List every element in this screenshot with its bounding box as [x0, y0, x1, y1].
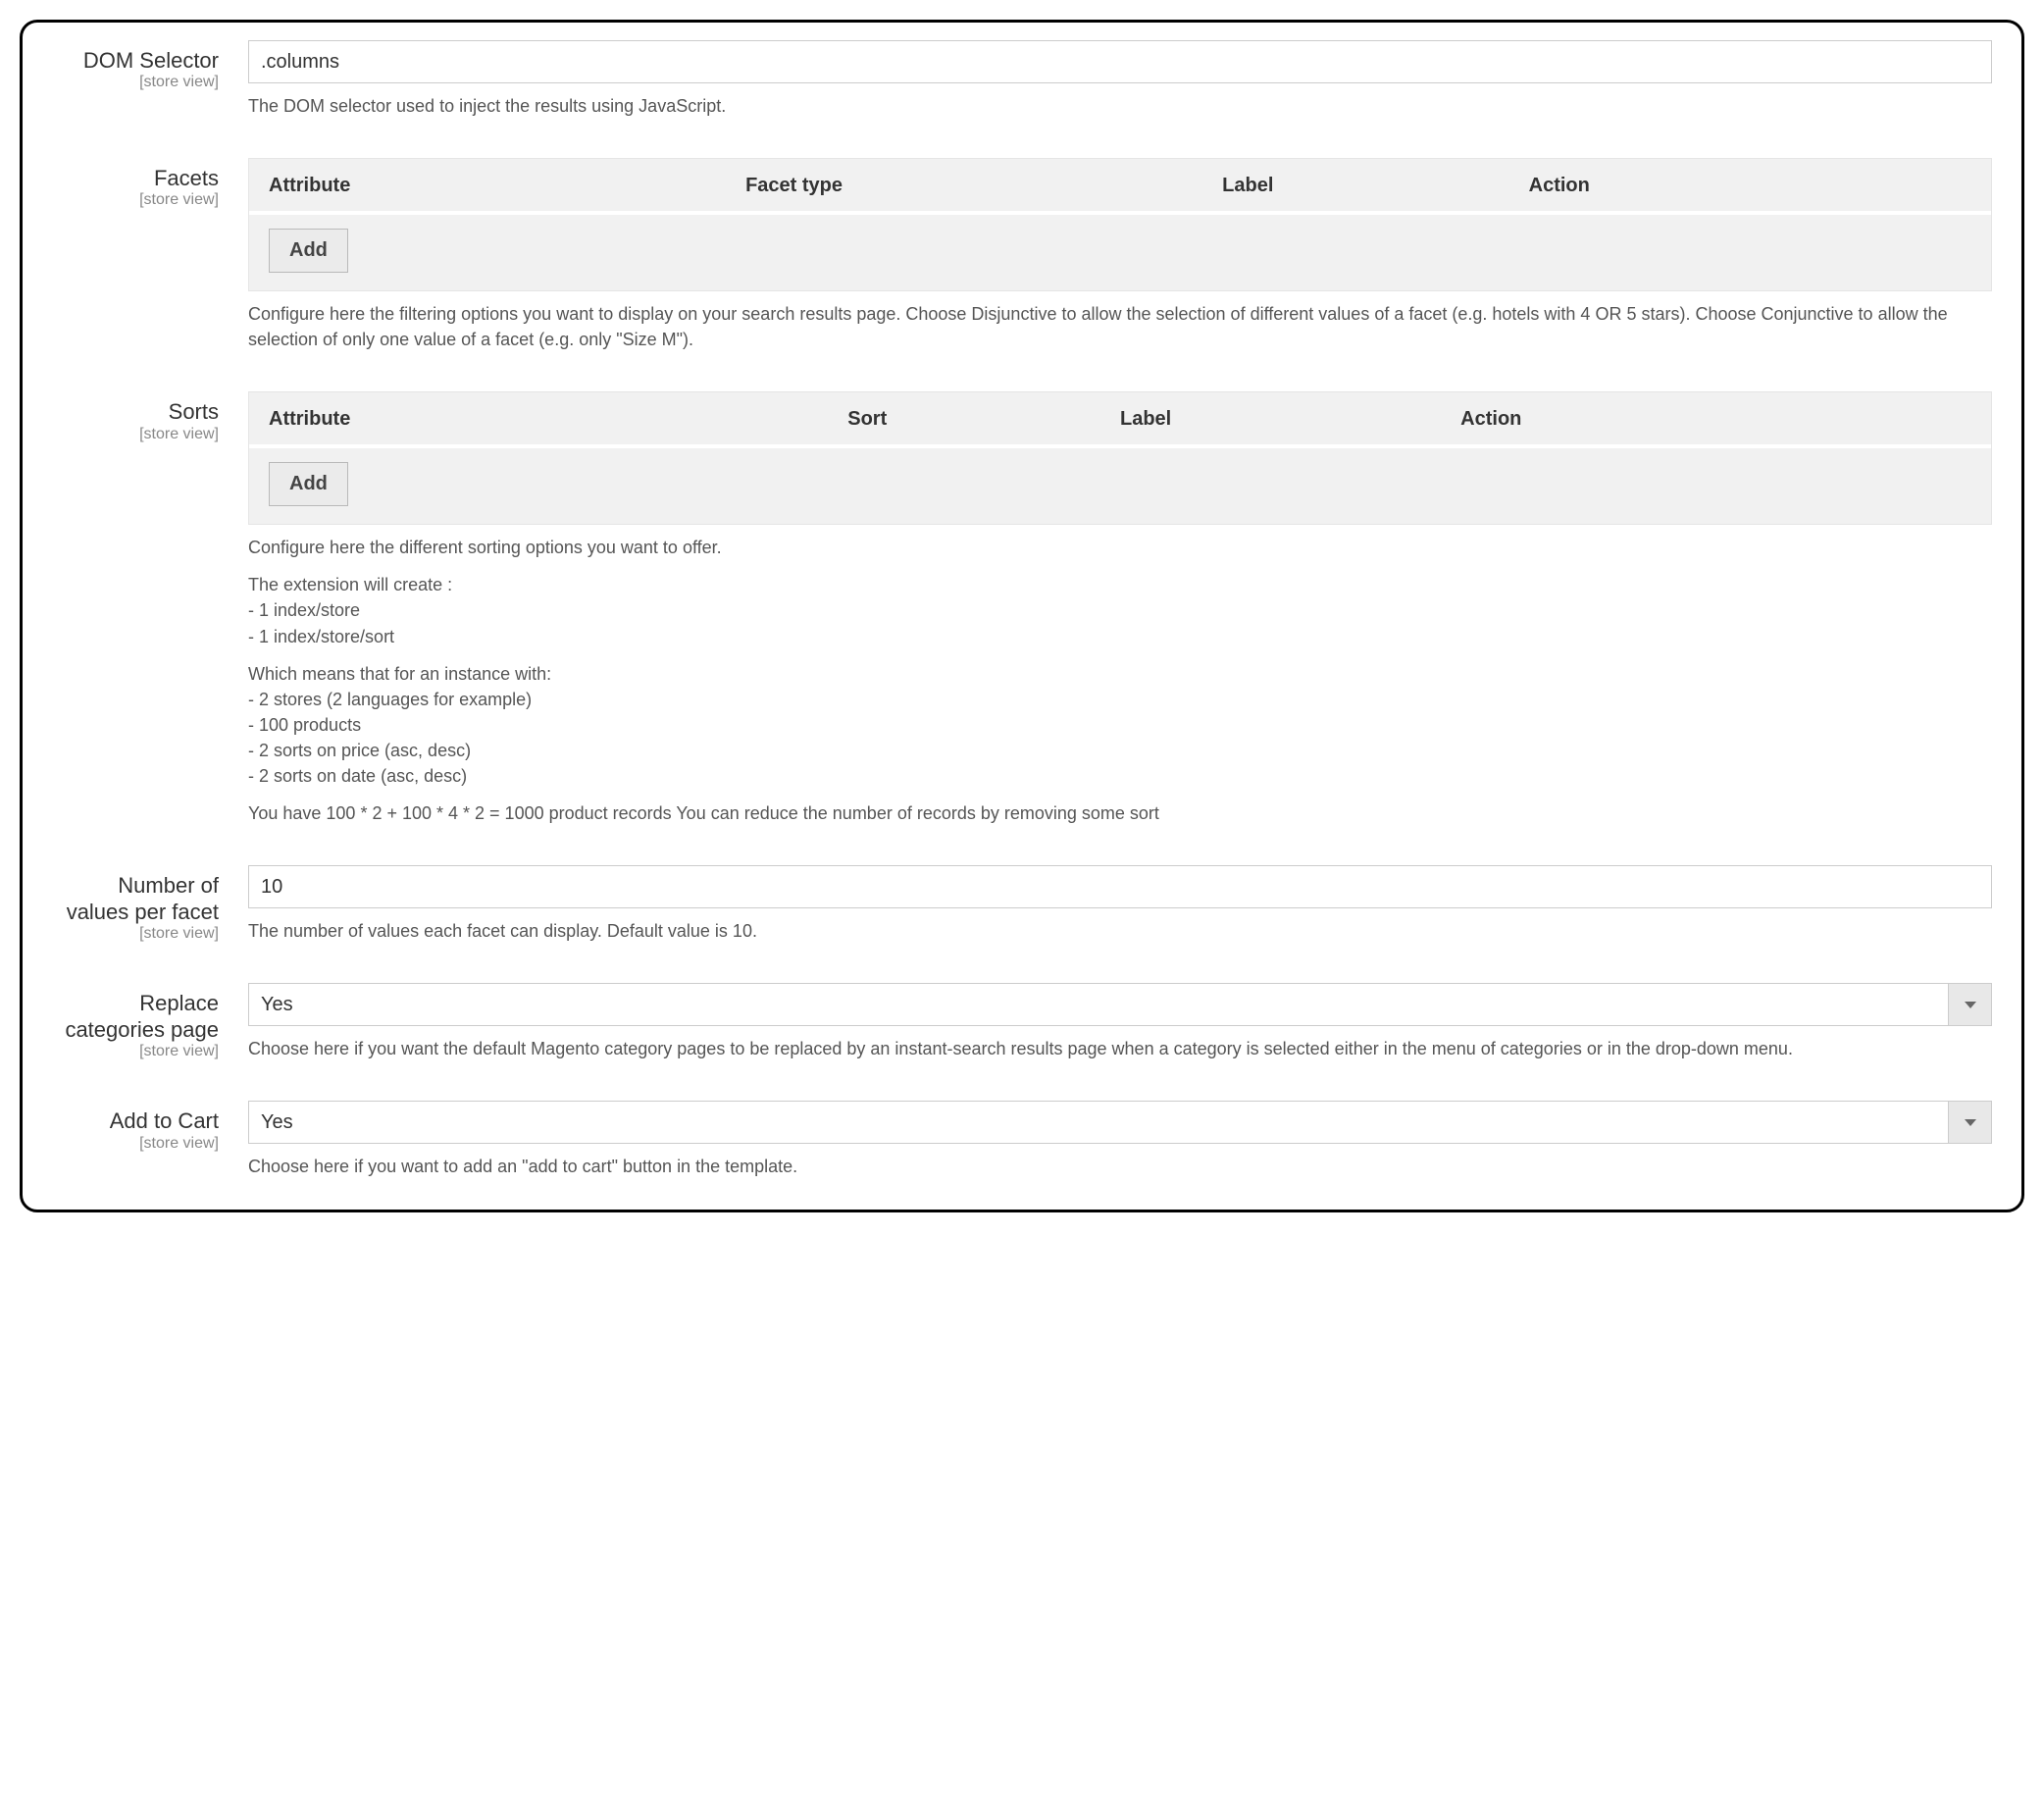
value-col: Yes Choose here if you want to add an "a… [248, 1101, 1992, 1179]
num-values-input[interactable] [248, 865, 1992, 908]
help-text: Configure here the filtering options you… [248, 301, 1992, 352]
sorts-help-means: Which means that for an instance with: -… [248, 661, 1992, 789]
facets-add-button[interactable]: Add [269, 229, 348, 273]
col-facet-type: Facet type [745, 175, 1222, 197]
sorts-help-create: The extension will create : - 1 index/st… [248, 572, 1992, 648]
label-col: Sorts [store view] [52, 391, 248, 442]
facets-grid-body: Add [249, 211, 1991, 290]
dom-selector-input[interactable] [248, 40, 1992, 83]
sorts-add-button[interactable]: Add [269, 462, 348, 506]
scope-label: [store view] [52, 925, 219, 943]
select-toggle[interactable] [1948, 984, 1991, 1025]
value-col: The number of values each facet can disp… [248, 865, 1992, 944]
col-action: Action [1460, 408, 1971, 431]
field-label: Replace categories page [52, 991, 219, 1043]
select-value: Yes [249, 1102, 1948, 1143]
add-to-cart-select[interactable]: Yes [248, 1101, 1992, 1144]
field-label: Add to Cart [52, 1108, 219, 1134]
scope-label: [store view] [52, 1043, 219, 1060]
col-attribute: Attribute [269, 175, 745, 197]
scope-label: [store view] [52, 191, 219, 209]
sorts-grid: Attribute Sort Label Action Add [248, 391, 1992, 525]
caret-down-icon [1965, 1119, 1976, 1126]
field-replace-categories: Replace categories page [store view] Yes… [52, 983, 1992, 1061]
value-col: The DOM selector used to inject the resu… [248, 40, 1992, 119]
help-text: Choose here if you want to add an "add t… [248, 1154, 1992, 1179]
config-panel: DOM Selector [store view] The DOM select… [20, 20, 2024, 1212]
sorts-grid-header: Attribute Sort Label Action [249, 392, 1991, 444]
select-value: Yes [249, 984, 1948, 1025]
col-label: Label [1222, 175, 1528, 197]
facets-grid: Attribute Facet type Label Action Add [248, 158, 1992, 291]
label-col: Number of values per facet [store view] [52, 865, 248, 943]
label-col: Add to Cart [store view] [52, 1101, 248, 1152]
label-col: Facets [store view] [52, 158, 248, 209]
col-attribute: Attribute [269, 408, 847, 431]
label-col: DOM Selector [store view] [52, 40, 248, 91]
col-label: Label [1120, 408, 1460, 431]
sorts-help-total: You have 100 * 2 + 100 * 4 * 2 = 1000 pr… [248, 800, 1992, 826]
field-label: Number of values per facet [52, 873, 219, 925]
sorts-grid-body: Add [249, 444, 1991, 524]
caret-down-icon [1965, 1002, 1976, 1008]
field-dom-selector: DOM Selector [store view] The DOM select… [52, 40, 1992, 119]
field-facets: Facets [store view] Attribute Facet type… [52, 158, 1992, 352]
scope-label: [store view] [52, 74, 219, 91]
field-sorts: Sorts [store view] Attribute Sort Label … [52, 391, 1992, 826]
help-text: The number of values each facet can disp… [248, 918, 1992, 944]
help-text: Choose here if you want the default Mage… [248, 1036, 1992, 1061]
help-text: The DOM selector used to inject the resu… [248, 93, 1992, 119]
label-col: Replace categories page [store view] [52, 983, 248, 1060]
field-label: Sorts [52, 399, 219, 425]
value-col: Attribute Facet type Label Action Add Co… [248, 158, 1992, 352]
value-col: Yes Choose here if you want the default … [248, 983, 1992, 1061]
help-text: Configure here the different sorting opt… [248, 535, 1992, 826]
col-action: Action [1529, 175, 1971, 197]
facets-grid-header: Attribute Facet type Label Action [249, 159, 1991, 211]
replace-categories-select[interactable]: Yes [248, 983, 1992, 1026]
field-num-values: Number of values per facet [store view] … [52, 865, 1992, 944]
sorts-help-intro: Configure here the different sorting opt… [248, 535, 1992, 560]
scope-label: [store view] [52, 1135, 219, 1153]
col-sort: Sort [847, 408, 1120, 431]
value-col: Attribute Sort Label Action Add Configur… [248, 391, 1992, 826]
field-add-to-cart: Add to Cart [store view] Yes Choose here… [52, 1101, 1992, 1179]
scope-label: [store view] [52, 426, 219, 443]
field-label: DOM Selector [52, 48, 219, 74]
field-label: Facets [52, 166, 219, 191]
select-toggle[interactable] [1948, 1102, 1991, 1143]
